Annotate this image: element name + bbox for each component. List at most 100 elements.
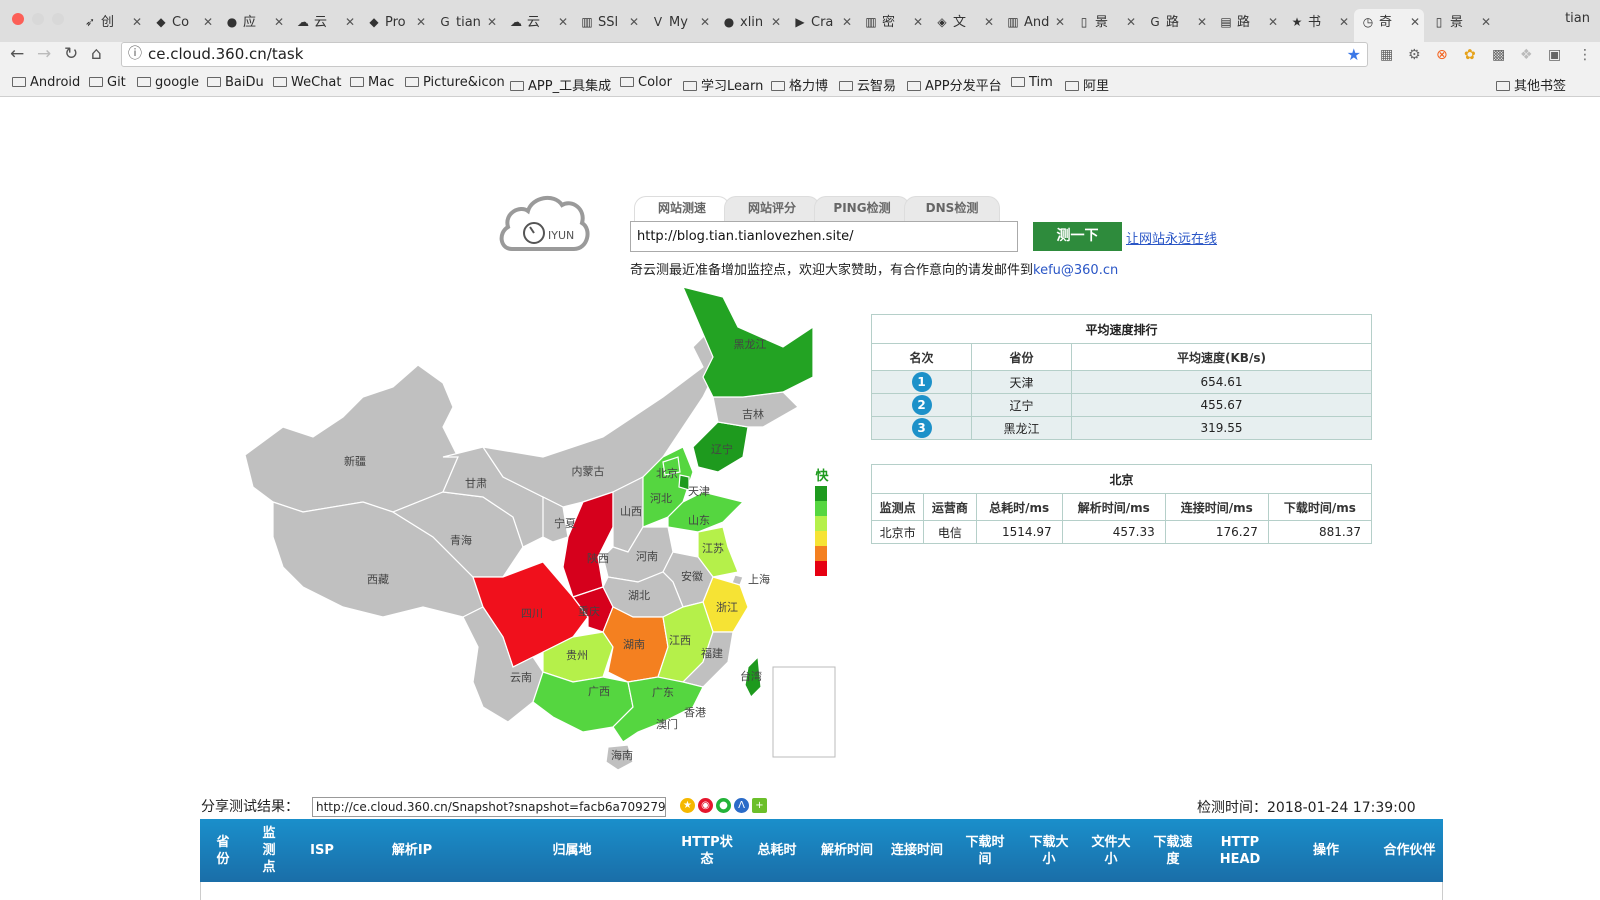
bookmark-item[interactable]: google: [137, 75, 199, 90]
bookmark-item[interactable]: APP分发平台: [907, 75, 1002, 94]
close-tab-icon[interactable]: ✕: [1197, 9, 1207, 36]
bookmark-label: Tim: [1029, 75, 1053, 90]
menu-icon[interactable]: ⋮: [1578, 47, 1592, 63]
minimize-window-button[interactable]: [32, 13, 44, 25]
close-tab-icon[interactable]: ✕: [1410, 9, 1420, 36]
browser-tab[interactable]: ☁ 云 ✕: [502, 9, 572, 42]
bookmark-item[interactable]: 阿里: [1065, 75, 1109, 94]
qzone-share-icon[interactable]: ★: [680, 798, 695, 813]
profile-name[interactable]: tian: [1565, 11, 1590, 26]
tab-ping[interactable]: PING检测: [814, 196, 910, 221]
browser-tab[interactable]: ▥ And ✕: [999, 9, 1069, 42]
browser-tab[interactable]: ◈ 文 ✕: [928, 9, 998, 42]
close-tab-icon[interactable]: ✕: [1268, 9, 1278, 36]
close-tab-icon[interactable]: ✕: [842, 9, 852, 36]
bookmark-item[interactable]: Tim: [1011, 75, 1053, 90]
browser-tab[interactable]: ▶ Cra ✕: [786, 9, 856, 42]
close-tab-icon[interactable]: ✕: [771, 9, 781, 36]
bookmark-star-icon[interactable]: ★: [1347, 43, 1361, 66]
close-tab-icon[interactable]: ✕: [345, 9, 355, 36]
qr-extension-icon[interactable]: ▩: [1492, 47, 1505, 63]
close-tab-icon[interactable]: ✕: [629, 9, 639, 36]
url-input[interactable]: http://blog.tian.tianlovezhen.site/: [630, 221, 1018, 252]
maximize-window-button[interactable]: [52, 13, 64, 25]
close-tab-icon[interactable]: ✕: [487, 9, 497, 36]
renren-share-icon[interactable]: Λ: [734, 798, 749, 813]
home-icon[interactable]: ⌂: [91, 44, 102, 64]
browser-tab[interactable]: Gtian ✕: [431, 9, 501, 42]
browser-tab[interactable]: ● xlin ✕: [715, 9, 785, 42]
bookmark-item[interactable]: Git: [89, 75, 126, 90]
bookmark-item[interactable]: APP_工具集成: [510, 75, 611, 94]
test-button[interactable]: 测一下: [1033, 222, 1122, 251]
bookmark-item[interactable]: BaiDu: [207, 75, 264, 90]
tab-dns[interactable]: DNS检测: [904, 196, 1000, 221]
browser-tab[interactable]: ▯ 景 ✕: [1425, 9, 1495, 42]
address-bar[interactable]: ⓘ ce.cloud.360.cn/task ★: [121, 42, 1368, 67]
close-tab-icon[interactable]: ✕: [1481, 9, 1491, 36]
dropbox-icon: ◈: [937, 15, 947, 29]
close-tab-icon[interactable]: ✕: [913, 9, 923, 36]
browser-tab[interactable]: ▯ 景 ✕: [1070, 9, 1140, 42]
reload-icon[interactable]: ↻: [64, 44, 78, 64]
forever-online-link[interactable]: 让网站永远在线: [1126, 228, 1217, 247]
bookmark-label: APP分发平台: [925, 79, 1002, 94]
bookmark-item[interactable]: WeChat: [273, 75, 341, 90]
more-share-icon[interactable]: +: [752, 798, 767, 813]
bookmark-label: Android: [30, 75, 81, 90]
bookmark-item[interactable]: 格力博: [771, 75, 828, 94]
close-tab-icon[interactable]: ✕: [1055, 9, 1065, 36]
close-tab-icon[interactable]: ✕: [203, 9, 213, 36]
block-extension-icon[interactable]: ⊗: [1436, 47, 1448, 63]
close-tab-icon[interactable]: ✕: [416, 9, 426, 36]
bookmark-item[interactable]: 学习Learn: [683, 75, 763, 94]
wechat-share-icon[interactable]: ●: [716, 798, 731, 813]
browser-tab[interactable]: ➶ 创 ✕: [76, 9, 146, 42]
browser-tab[interactable]: ▤ 路 ✕: [1212, 9, 1282, 42]
province-label: 北京: [656, 466, 678, 480]
close-tab-icon[interactable]: ✕: [558, 9, 568, 36]
folder-icon: [1496, 81, 1510, 91]
jd-extension-icon[interactable]: ▦: [1380, 47, 1393, 63]
browser-tab[interactable]: ◆ Co ✕: [147, 9, 217, 42]
close-tab-icon[interactable]: ✕: [984, 9, 994, 36]
ranking-cell-speed: 654.61: [1071, 370, 1372, 394]
weibo-share-icon[interactable]: ◉: [698, 798, 713, 813]
browser-tab[interactable]: ▥ 密 ✕: [857, 9, 927, 42]
back-icon[interactable]: ←: [10, 44, 24, 64]
other-bookmarks[interactable]: 其他书签: [1496, 75, 1566, 94]
close-tab-icon[interactable]: ✕: [1126, 9, 1136, 36]
bookmark-label: WeChat: [291, 75, 342, 90]
close-tab-icon[interactable]: ✕: [132, 9, 142, 36]
tab-site-score[interactable]: 网站评分: [724, 196, 820, 221]
gear-extension-icon[interactable]: ⚙: [1408, 47, 1421, 63]
bookmark-item[interactable]: 云智易: [839, 75, 896, 94]
close-tab-icon[interactable]: ✕: [274, 9, 284, 36]
forward-icon[interactable]: →: [37, 44, 51, 64]
color-extension-icon[interactable]: ✿: [1464, 47, 1476, 63]
bookmark-item[interactable]: Color: [620, 75, 672, 90]
folder-icon: [273, 77, 287, 87]
browser-tab[interactable]: ◆ Pro ✕: [360, 9, 430, 42]
browser-tab[interactable]: ▥ SSl ✕: [573, 9, 643, 42]
folder-icon: [350, 77, 364, 87]
browser-tab[interactable]: ☁ 云 ✕: [289, 9, 359, 42]
info-icon[interactable]: ⓘ: [128, 43, 142, 66]
browser-tab[interactable]: G 路 ✕: [1141, 9, 1211, 42]
results-header-cell: 归属地: [552, 843, 592, 858]
share-url-input[interactable]: http://ce.cloud.360.cn/Snapshot?snapshot…: [312, 797, 666, 817]
email-link[interactable]: kefu@360.cn: [1033, 263, 1118, 278]
bookmark-item[interactable]: Picture&icon: [405, 75, 505, 90]
close-window-button[interactable]: [12, 13, 24, 25]
browser-tab[interactable]: ★ 书 ✕: [1283, 9, 1353, 42]
bookmark-item[interactable]: Mac: [350, 75, 394, 90]
browser-tab[interactable]: ◷ 奇 ✕: [1354, 9, 1424, 42]
screen-extension-icon[interactable]: ▣: [1548, 47, 1561, 63]
bookmark-item[interactable]: Android: [12, 75, 80, 90]
close-tab-icon[interactable]: ✕: [700, 9, 710, 36]
browser-tab[interactable]: V My ✕: [644, 9, 714, 42]
leaf-extension-icon[interactable]: ❖: [1520, 47, 1533, 63]
tab-speed-test[interactable]: 网站测速: [634, 196, 730, 221]
browser-tab[interactable]: ● 应 ✕: [218, 9, 288, 42]
close-tab-icon[interactable]: ✕: [1339, 9, 1349, 36]
